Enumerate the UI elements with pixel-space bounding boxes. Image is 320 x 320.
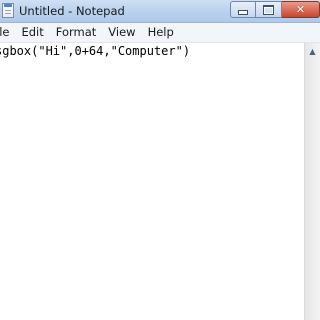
menu-file[interactable]: ile <box>0 23 15 42</box>
menu-edit[interactable]: Edit <box>15 23 49 42</box>
menu-view[interactable]: View <box>102 23 141 42</box>
menu-help[interactable]: Help <box>142 23 180 42</box>
close-icon: ✕ <box>295 3 306 16</box>
maximize-icon <box>263 4 274 15</box>
menu-format[interactable]: Format <box>50 23 103 42</box>
close-button[interactable]: ✕ <box>282 1 320 18</box>
notepad-window: Untitled - Notepad ✕ ile Edit Format Vie… <box>0 0 320 320</box>
scroll-up-arrow-icon[interactable]: ▲ <box>305 43 320 59</box>
notepad-icon[interactable] <box>2 3 14 18</box>
text-editor-area[interactable]: sgbox("Hi",0+64,"Computer") <box>0 43 304 320</box>
caption-buttons: ✕ <box>230 1 320 20</box>
minimize-button[interactable] <box>230 1 256 18</box>
menu-bar: ile Edit Format View Help <box>0 23 320 43</box>
window-title: Untitled - Notepad <box>19 4 125 18</box>
editor-content[interactable]: sgbox("Hi",0+64,"Computer") <box>0 44 190 58</box>
minimize-icon <box>238 10 248 15</box>
maximize-button[interactable] <box>256 1 282 18</box>
vertical-scrollbar[interactable]: ▲ <box>304 43 320 320</box>
title-bar[interactable]: Untitled - Notepad ✕ <box>0 0 320 23</box>
